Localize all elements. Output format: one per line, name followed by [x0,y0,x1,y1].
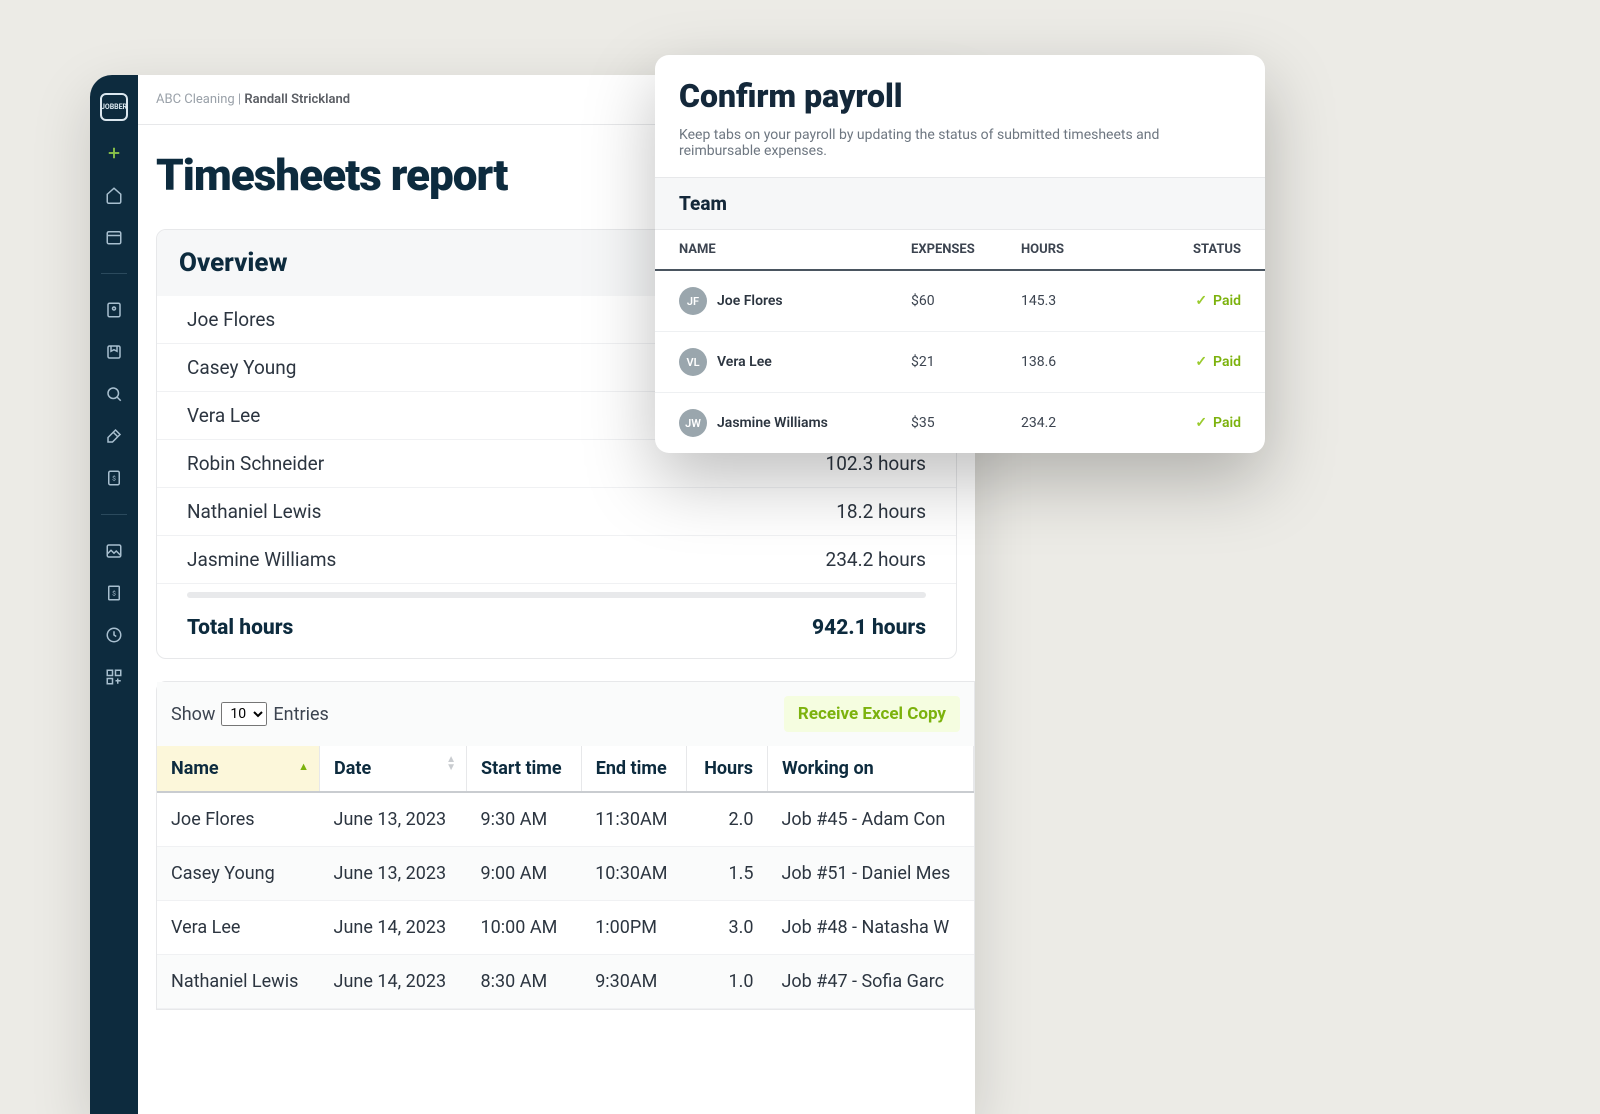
team-heading: Team [655,177,1265,230]
invoice-icon[interactable]: $ [104,468,124,488]
breadcrumb-company: ABC Cleaning [156,92,235,107]
payroll-subtitle: Keep tabs on your payroll by updating th… [655,115,1265,177]
avatar: VL [679,348,707,376]
col-hours: HOURS [1021,242,1131,257]
show-entries: Show 10 Entries [171,702,329,726]
col-end[interactable]: End time [581,746,686,792]
status-badge: ✓Paid [1131,415,1241,431]
col-status: STATUS [1131,242,1241,257]
check-icon: ✓ [1195,354,1207,370]
breadcrumb-user: Randall Strickland [244,92,350,107]
status-badge: ✓Paid [1131,293,1241,309]
avatar: JW [679,409,707,437]
sidebar: JOBBER $ $ [90,75,138,1114]
entries-table: Name▲ Date▲▼ Start time End time Hours W… [157,746,974,1009]
col-name: NAME [679,242,911,257]
confirm-payroll-panel: Confirm payroll Keep tabs on your payrol… [655,55,1265,453]
team-row: JWJasmine Williams $35 234.2 ✓Paid [655,393,1265,453]
hammer-icon[interactable] [104,426,124,446]
entries-card: Show 10 Entries Receive Excel Copy Name▲… [156,681,975,1010]
search-nav-icon[interactable] [104,384,124,404]
table-row: Nathaniel LewisJune 14, 20238:30 AM9:30A… [157,955,974,1009]
col-expenses: EXPENSES [911,242,1021,257]
team-row: VLVera Lee $21 138.6 ✓Paid [655,332,1265,393]
overview-row: Jasmine Williams234.2 hours [157,536,956,584]
calendar-icon[interactable] [104,227,124,247]
page-size-select[interactable]: 10 [221,702,267,726]
inbox-icon[interactable] [104,342,124,362]
overview-total: Total hours 942.1 hours [157,598,956,658]
home-icon[interactable] [104,185,124,205]
image-icon[interactable] [104,541,124,561]
clock-icon[interactable] [104,625,124,645]
table-row: Vera LeeJune 14, 202310:00 AM1:00PM3.0Jo… [157,901,974,955]
svg-text:$: $ [112,474,116,482]
sort-asc-icon: ▲ [298,760,309,773]
breadcrumb: ABC Cleaning | Randall Strickland [156,92,350,107]
avatar: JF [679,287,707,315]
payroll-title: Confirm payroll [655,77,1265,115]
receipt-icon[interactable]: $ [104,583,124,603]
status-badge: ✓Paid [1131,354,1241,370]
sort-icon: ▲▼ [446,756,456,772]
col-start[interactable]: Start time [467,746,582,792]
entries-toolbar: Show 10 Entries Receive Excel Copy [157,682,974,746]
col-hours[interactable]: Hours [686,746,767,792]
table-row: Joe FloresJune 13, 20239:30 AM11:30AM2.0… [157,792,974,847]
apps-icon[interactable] [104,667,124,687]
logo-icon: JOBBER [100,93,128,121]
col-name[interactable]: Name▲ [157,746,320,792]
receive-excel-button[interactable]: Receive Excel Copy [784,696,960,732]
col-working-on[interactable]: Working on [767,746,973,792]
svg-text:$: $ [112,589,116,597]
col-date[interactable]: Date▲▼ [320,746,467,792]
total-label: Total hours [187,616,293,640]
create-icon[interactable] [104,143,124,163]
check-icon: ✓ [1195,415,1207,431]
check-icon: ✓ [1195,293,1207,309]
table-row: Casey YoungJune 13, 20239:00 AM10:30AM1.… [157,847,974,901]
overview-row: Nathaniel Lewis18.2 hours [157,488,956,536]
team-columns: NAME EXPENSES HOURS STATUS [655,230,1265,271]
sidebar-divider [101,273,127,274]
team-row: JFJoe Flores $60 145.3 ✓Paid [655,271,1265,332]
contacts-icon[interactable] [104,300,124,320]
total-value: 942.1 hours [812,616,926,640]
sidebar-divider [101,514,127,515]
